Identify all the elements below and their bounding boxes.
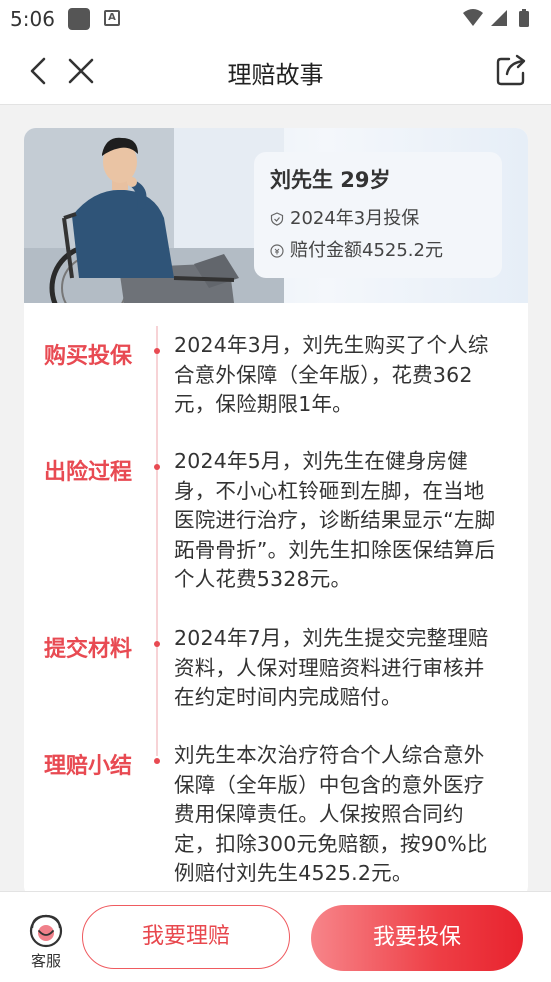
timeline-label: 购买投保 (44, 344, 133, 369)
customer-service-icon (29, 914, 63, 948)
timeline-label: 出险过程 (44, 460, 133, 485)
timeline-dot (154, 464, 160, 470)
timeline-label: 理赔小结 (44, 754, 133, 779)
timeline-text: 刘先生本次治疗符合个人综合意外保障（全年版）中包含的意外医疗费用保障责任。人保按… (174, 743, 488, 885)
status-bar: 5:06 A (0, 0, 551, 38)
timeline-dot (154, 348, 160, 354)
hero-banner: 刘先生 29岁 2024年3月投保 赔付金额4525.2元 (24, 128, 528, 303)
timeline-text: 2024年7月，刘先生提交完整理赔资料，人保对理赔资料进行审核并在约定时间内完成… (174, 626, 489, 709)
coin-icon (270, 244, 284, 258)
timeline-text: 2024年5月，刘先生在健身房健身，不小心杠铃砸到左脚，在当地医院进行治疗，诊断… (174, 449, 496, 591)
claim-story-card: 刘先生 29岁 2024年3月投保 赔付金额4525.2元 购买投保 2024年… (24, 128, 528, 898)
share-icon[interactable] (495, 53, 529, 87)
insured-date-row: 2024年3月投保 (270, 204, 419, 230)
payout-amount: 赔付金额4525.2元 (290, 240, 443, 261)
man-in-wheelchair-image (24, 128, 284, 303)
notification-app-icon (68, 8, 90, 30)
wifi-signal-battery-icons (463, 9, 529, 27)
customer-service-button[interactable]: 客服 (22, 912, 70, 972)
insured-date: 2024年3月投保 (290, 208, 420, 229)
bottom-action-bar: 客服 我要理赔 我要投保 (0, 891, 551, 982)
keyboard-a-icon: A (104, 10, 120, 26)
payout-row: 赔付金额4525.2元 (270, 236, 443, 262)
insured-name-age: 刘先生 29岁 (270, 168, 391, 192)
insured-info-box: 刘先生 29岁 2024年3月投保 赔付金额4525.2元 (254, 152, 502, 278)
nav-bar: 理赔故事 (0, 38, 551, 105)
timeline-text: 2024年3月，刘先生购买了个人综合意外保障（全年版），花费362元，保险期限1… (174, 333, 489, 416)
shield-check-icon (270, 212, 284, 226)
timeline-dot (154, 641, 160, 647)
customer-service-label: 客服 (30, 952, 61, 970)
timeline-line (156, 326, 158, 756)
buy-insurance-button[interactable]: 我要投保 (311, 905, 523, 971)
timeline-dot (154, 758, 160, 764)
file-claim-button[interactable]: 我要理赔 (82, 905, 290, 969)
timeline-label: 提交材料 (44, 637, 133, 662)
status-time: 5:06 (10, 7, 55, 31)
page-title: 理赔故事 (227, 61, 324, 89)
status-indicators (461, 8, 541, 34)
